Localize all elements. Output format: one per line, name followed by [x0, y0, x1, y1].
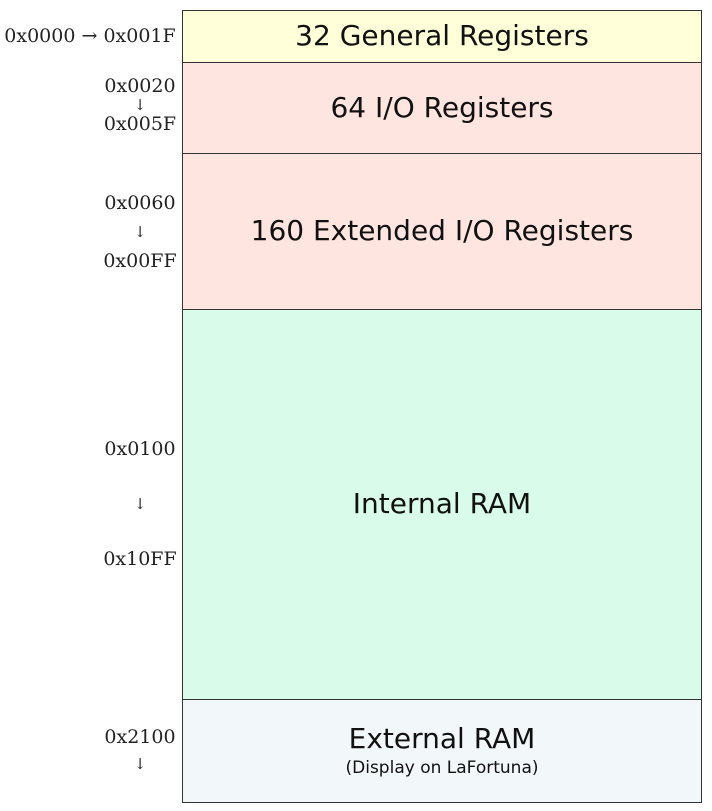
memory-block-internal-ram: Internal RAM — [182, 309, 702, 700]
memory-map-diagram: 0x0000 → 0x001F 32 General Registers 0x0… — [0, 0, 712, 811]
address-label-io-registers: 0x0020 ↓ 0x005F — [100, 77, 180, 134]
address-label-general-registers: 0x0000 → 0x001F — [2, 27, 178, 46]
address-label-internal-ram: 0x0100 ↓ 0x10FF — [100, 440, 180, 569]
block-sublabel: (Display on LaFortuna) — [345, 758, 539, 779]
address-start: 0x0020 — [104, 75, 176, 97]
arrow-down-icon: ↓ — [133, 223, 147, 241]
arrow-down-icon: ↓ — [133, 495, 147, 513]
address-start: 0x2100 — [104, 726, 176, 748]
block-label: Internal RAM — [352, 487, 532, 521]
block-label: 32 General Registers — [295, 19, 589, 53]
address-start: 0x0100 — [104, 438, 176, 460]
block-label: External RAM — [348, 721, 536, 755]
memory-block-extended-io-registers: 160 Extended I/O Registers — [182, 153, 702, 310]
address-range: 0x0000 → 0x001F — [4, 25, 176, 47]
block-label: 64 I/O Registers — [330, 90, 554, 124]
address-end: 0x00FF — [103, 250, 177, 272]
address-label-extended-io-registers: 0x0060 ↓ 0x00FF — [100, 194, 180, 271]
memory-block-io-registers: 64 I/O Registers — [182, 62, 702, 154]
address-start: 0x0060 — [104, 192, 176, 214]
memory-block-external-ram: External RAM (Display on LaFortuna) — [182, 699, 702, 803]
address-end: 0x10FF — [103, 548, 177, 570]
block-label: 160 Extended I/O Registers — [250, 214, 634, 248]
address-label-external-ram: 0x2100 ↓ — [100, 728, 180, 772]
arrow-down-icon: ↓ — [133, 755, 147, 773]
arrow-down-icon: ↓ — [133, 96, 147, 114]
memory-block-general-registers: 32 General Registers — [182, 10, 702, 63]
address-end: 0x005F — [103, 113, 177, 135]
